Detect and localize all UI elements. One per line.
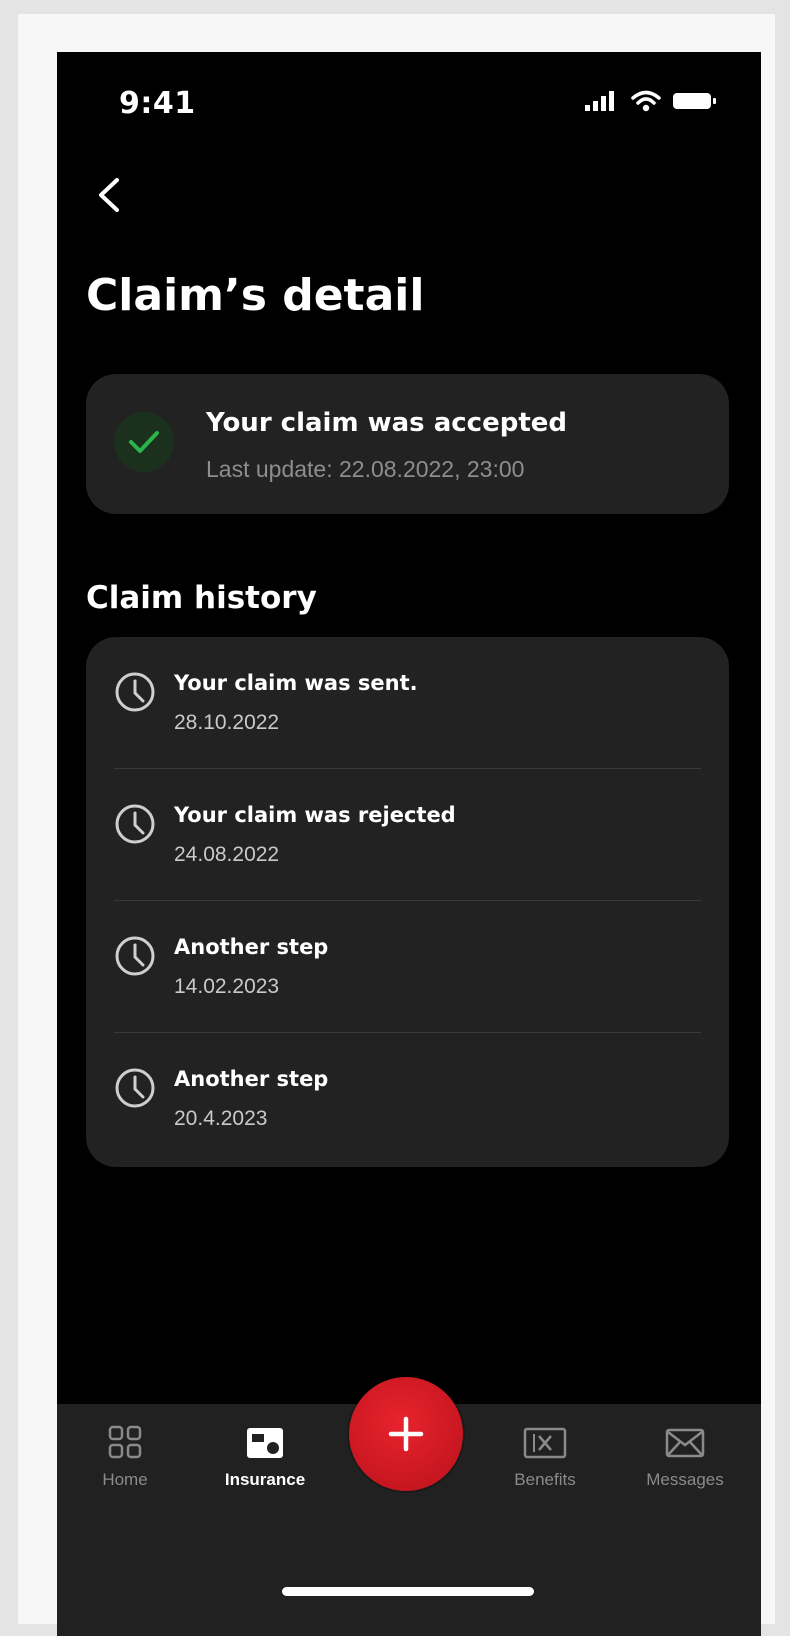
history-item: Another step 20.4.2023	[86, 1033, 729, 1165]
back-button[interactable]	[91, 170, 131, 220]
claim-status-title: Your claim was accepted	[206, 408, 567, 438]
clock-icon	[115, 672, 155, 712]
plus-icon	[388, 1416, 424, 1452]
status-icons	[585, 90, 717, 112]
tab-insurance[interactable]: Insurance	[205, 1422, 325, 1502]
envelope-icon	[665, 1428, 705, 1458]
history-item-date: 14.02.2023	[174, 975, 280, 998]
tab-messages[interactable]: Messages	[625, 1422, 745, 1502]
history-item: Your claim was sent. 28.10.2022	[86, 637, 729, 769]
claim-history-list: Your claim was sent. 28.10.2022 Your cla…	[86, 637, 729, 1167]
clock-icon	[115, 1068, 155, 1108]
claim-last-update: Last update: 22.08.2022, 23:00	[206, 456, 525, 482]
add-claim-button[interactable]	[349, 1377, 463, 1491]
tab-insurance-label: Insurance	[224, 1470, 306, 1489]
history-item-title: Your claim was rejected	[174, 803, 456, 827]
history-item: Your claim was rejected 24.08.2022	[86, 769, 729, 901]
history-item-date: 20.4.2023	[174, 1107, 268, 1130]
check-icon	[129, 431, 159, 453]
status-indicator	[114, 412, 174, 472]
history-item: Another step 14.02.2023	[86, 901, 729, 1033]
clock-icon	[115, 936, 155, 976]
tab-home-label: Home	[102, 1470, 148, 1489]
history-item-date: 28.10.2022	[174, 711, 280, 734]
tab-home[interactable]: Home	[65, 1422, 185, 1502]
tab-messages-label: Messages	[646, 1470, 724, 1489]
history-item-title: Another step	[174, 1067, 329, 1091]
claim-status-card: Your claim was accepted Last update: 22.…	[86, 374, 729, 514]
signal-icon	[585, 91, 614, 111]
history-item-date: 24.08.2022	[174, 843, 280, 866]
tab-benefits[interactable]: Benefits	[485, 1422, 605, 1502]
history-item-title: Your claim was sent.	[174, 671, 418, 695]
home-indicator[interactable]	[282, 1587, 534, 1596]
battery-icon	[673, 93, 716, 109]
history-item-title: Another step	[174, 935, 329, 959]
insurance-icon	[247, 1428, 283, 1458]
clock-icon	[115, 804, 155, 844]
page-title: Claim’s detail	[86, 270, 425, 321]
status-time: 9:41	[119, 86, 196, 121]
tab-benefits-label: Benefits	[514, 1470, 576, 1489]
phone-screen: 9:41 Claim’s detail Your claim was accep…	[57, 52, 761, 1636]
benefits-icon	[523, 1427, 567, 1459]
screenshot-frame: 9:41 Claim’s detail Your claim was accep…	[18, 14, 775, 1636]
wifi-icon	[631, 90, 661, 112]
chevron-left-icon	[99, 178, 119, 212]
claim-history-title: Claim history	[86, 580, 317, 616]
grid-icon	[108, 1425, 142, 1459]
